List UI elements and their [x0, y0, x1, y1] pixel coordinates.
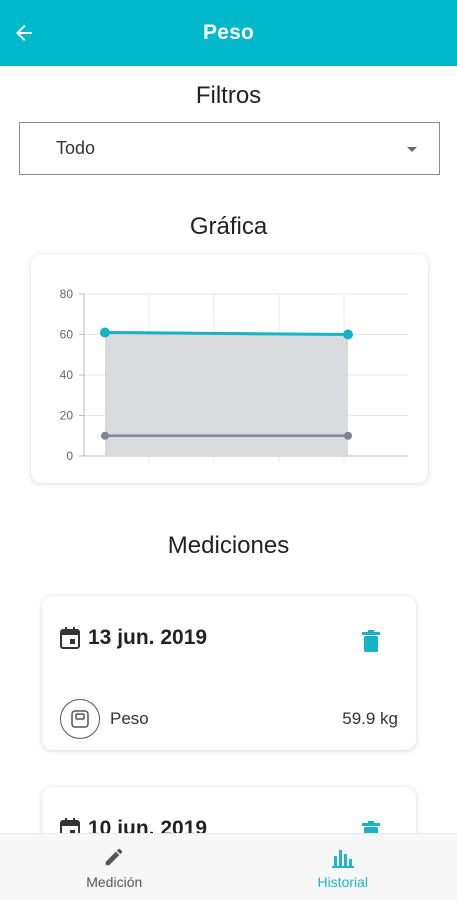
y-tick-label: 0: [66, 449, 73, 463]
measurement-date-text: 13 jun. 2019: [88, 626, 208, 649]
measurement-date: 13 jun. 2019: [60, 626, 207, 650]
chart-card: 80 60 40 20 0: [31, 254, 428, 483]
app-bar: Peso: [0, 0, 457, 66]
caret-down-icon: [407, 147, 417, 152]
measurement-card[interactable]: 13 jun. 2019 Peso 59.9 kg: [42, 596, 416, 750]
measurement-label: Peso: [110, 709, 149, 728]
data-point: [344, 431, 352, 440]
weight-chart: 80 60 40 20 0: [60, 287, 408, 463]
bottom-nav: Medición Historial: [0, 833, 457, 900]
filter-dropdown[interactable]: Todo: [19, 122, 440, 175]
measurement-row: Peso 59.9 kg: [60, 697, 398, 741]
back-button[interactable]: [8, 17, 40, 49]
y-tick-label: 20: [60, 409, 74, 423]
data-point: [343, 329, 353, 340]
nav-label: Medición: [86, 874, 143, 890]
y-tick-label: 60: [60, 328, 74, 342]
chart-title: Gráfica: [189, 213, 268, 240]
nav-label: Historial: [317, 874, 369, 890]
filter-selected-value: Todo: [56, 138, 96, 158]
series-line: [104, 330, 349, 336]
measurements-title: Mediciones: [167, 532, 290, 559]
y-tick-label: 80: [60, 287, 74, 301]
pencil-icon: [106, 848, 123, 866]
measurement-value: 59.9 kg: [342, 709, 398, 728]
area-fill: [105, 332, 348, 456]
y-tick-label: 40: [60, 368, 74, 382]
data-point: [100, 327, 110, 338]
bar-chart-icon: [331, 850, 354, 868]
data-point: [101, 431, 109, 440]
calendar-icon: [60, 627, 80, 649]
nav-item-medicion[interactable]: Medición: [0, 834, 229, 900]
filters-title: Filtros: [195, 82, 262, 109]
trash-icon: [362, 630, 380, 652]
nav-item-historial[interactable]: Historial: [229, 834, 457, 900]
page-title: Peso: [203, 21, 254, 44]
delete-button[interactable]: [362, 630, 380, 657]
app-root: Peso Filtros Todo Gráfica 80 60 40 20 0 Medi…: [0, 0, 457, 900]
arrow-left-icon: [16, 25, 32, 41]
scale-icon: [60, 699, 100, 739]
